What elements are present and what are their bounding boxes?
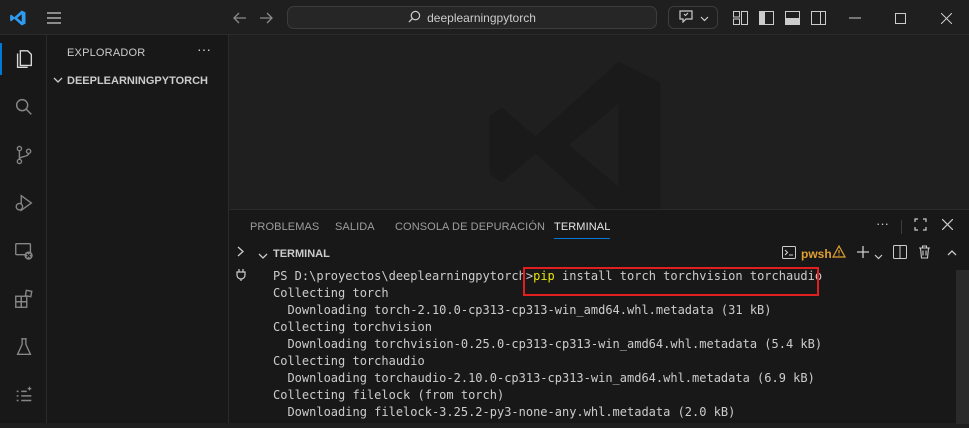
- activity-bar: [0, 35, 47, 423]
- terminal-scrollbar[interactable]: [956, 270, 969, 424]
- terminal-line: Collecting torch: [273, 286, 389, 300]
- extensions-icon[interactable]: [0, 283, 47, 315]
- bottom-panel: PROBLEMAS SALIDA CONSOLA DE DEPURACIÓN T…: [229, 209, 969, 424]
- sidebar-more-button[interactable]: ···: [197, 41, 211, 57]
- command-highlight-box: [523, 267, 819, 296]
- sidebar-title: EXPLORADOR: [67, 47, 146, 59]
- shell-name[interactable]: pwsh: [801, 247, 832, 261]
- remote-explorer-icon[interactable]: [0, 235, 47, 267]
- tab-output[interactable]: SALIDA: [335, 221, 375, 233]
- maximize-icon[interactable]: [890, 8, 910, 28]
- explorer-sidebar: EXPLORADOR ··· DEEPLEARNINGPYTORCH: [47, 35, 229, 423]
- terminal-shell-icon: [782, 246, 796, 262]
- terminal-line: Collecting torchvision: [273, 320, 432, 334]
- terminal-line: Downloading torchaudio-2.10.0-cp313-cp31…: [273, 371, 815, 385]
- forward-arrow-icon[interactable]: [256, 8, 276, 28]
- terminal-prompt: PS D:\proyectos\deeplearningpytorch>: [273, 269, 534, 283]
- title-bar: deeplearningpytorch: [0, 0, 969, 35]
- panel-tabs: PROBLEMAS SALIDA CONSOLA DE DEPURACIÓN T…: [229, 210, 969, 242]
- terminal-line: Downloading filelock-3.25.2-py3-none-any…: [273, 405, 736, 419]
- terminal-line: Downloading torch-2.10.0-cp313-cp313-win…: [273, 303, 772, 317]
- add-terminal-icon[interactable]: [856, 245, 870, 262]
- testing-icon[interactable]: [0, 331, 47, 363]
- copilot-icon: [678, 9, 694, 26]
- chevron-down-icon: [53, 75, 63, 87]
- close-panel-icon[interactable]: [941, 218, 954, 233]
- terminal-line: Collecting torchaudio: [273, 354, 425, 368]
- layout-icon[interactable]: [730, 8, 750, 28]
- chevron-down-icon[interactable]: [874, 249, 883, 263]
- tab-debug-console[interactable]: CONSOLA DE DEPURACIÓN: [395, 221, 545, 233]
- tab-problems[interactable]: PROBLEMAS: [250, 221, 319, 233]
- search-icon: [408, 10, 421, 26]
- chevron-down-icon: [700, 11, 709, 25]
- toggle-panel-icon[interactable]: [782, 8, 802, 28]
- toggle-secondary-sidebar-icon[interactable]: [808, 8, 828, 28]
- explorer-icon[interactable]: [0, 43, 47, 75]
- editor-area: [229, 35, 969, 209]
- tab-terminal[interactable]: TERMINAL: [554, 221, 611, 239]
- copilot-button[interactable]: [668, 6, 718, 29]
- minimize-icon[interactable]: [845, 8, 865, 28]
- terminal-section-title: TERMINAL: [273, 248, 330, 260]
- command-center-search[interactable]: deeplearningpytorch: [287, 6, 657, 29]
- back-arrow-icon[interactable]: [230, 8, 250, 28]
- more-tools-icon[interactable]: [0, 379, 47, 411]
- vscode-watermark-icon: [477, 45, 677, 209]
- divider: [901, 220, 902, 234]
- toggle-sidebar-icon[interactable]: [756, 8, 776, 28]
- menu-icon[interactable]: [44, 8, 64, 28]
- workspace-folder-name: DEEPLEARNINGPYTORCH: [67, 75, 208, 87]
- terminal-line: Downloading torchvision-0.25.0-cp313-cp3…: [273, 337, 823, 351]
- search-view-icon[interactable]: [0, 91, 47, 123]
- maximize-panel-icon[interactable]: [914, 218, 927, 234]
- close-icon[interactable]: [936, 8, 956, 28]
- run-debug-icon[interactable]: [0, 187, 47, 219]
- workspace-folder[interactable]: DEEPLEARNINGPYTORCH: [53, 75, 208, 87]
- chevron-down-icon[interactable]: [258, 249, 268, 263]
- terminal-section-header: TERMINAL pwsh: [229, 242, 969, 264]
- plug-icon: [236, 269, 246, 284]
- split-terminal-icon[interactable]: [893, 245, 907, 262]
- terminal-line: Collecting filelock (from torch): [273, 388, 505, 402]
- chevron-up-icon[interactable]: [947, 245, 957, 259]
- vscode-logo-icon: [8, 8, 28, 28]
- source-control-icon[interactable]: [0, 139, 47, 171]
- panel-more-icon[interactable]: ···: [876, 216, 889, 231]
- search-text: deeplearningpytorch: [427, 10, 536, 25]
- panel-gutter: [229, 242, 253, 424]
- trash-icon[interactable]: [918, 245, 931, 262]
- warning-icon[interactable]: [831, 244, 847, 261]
